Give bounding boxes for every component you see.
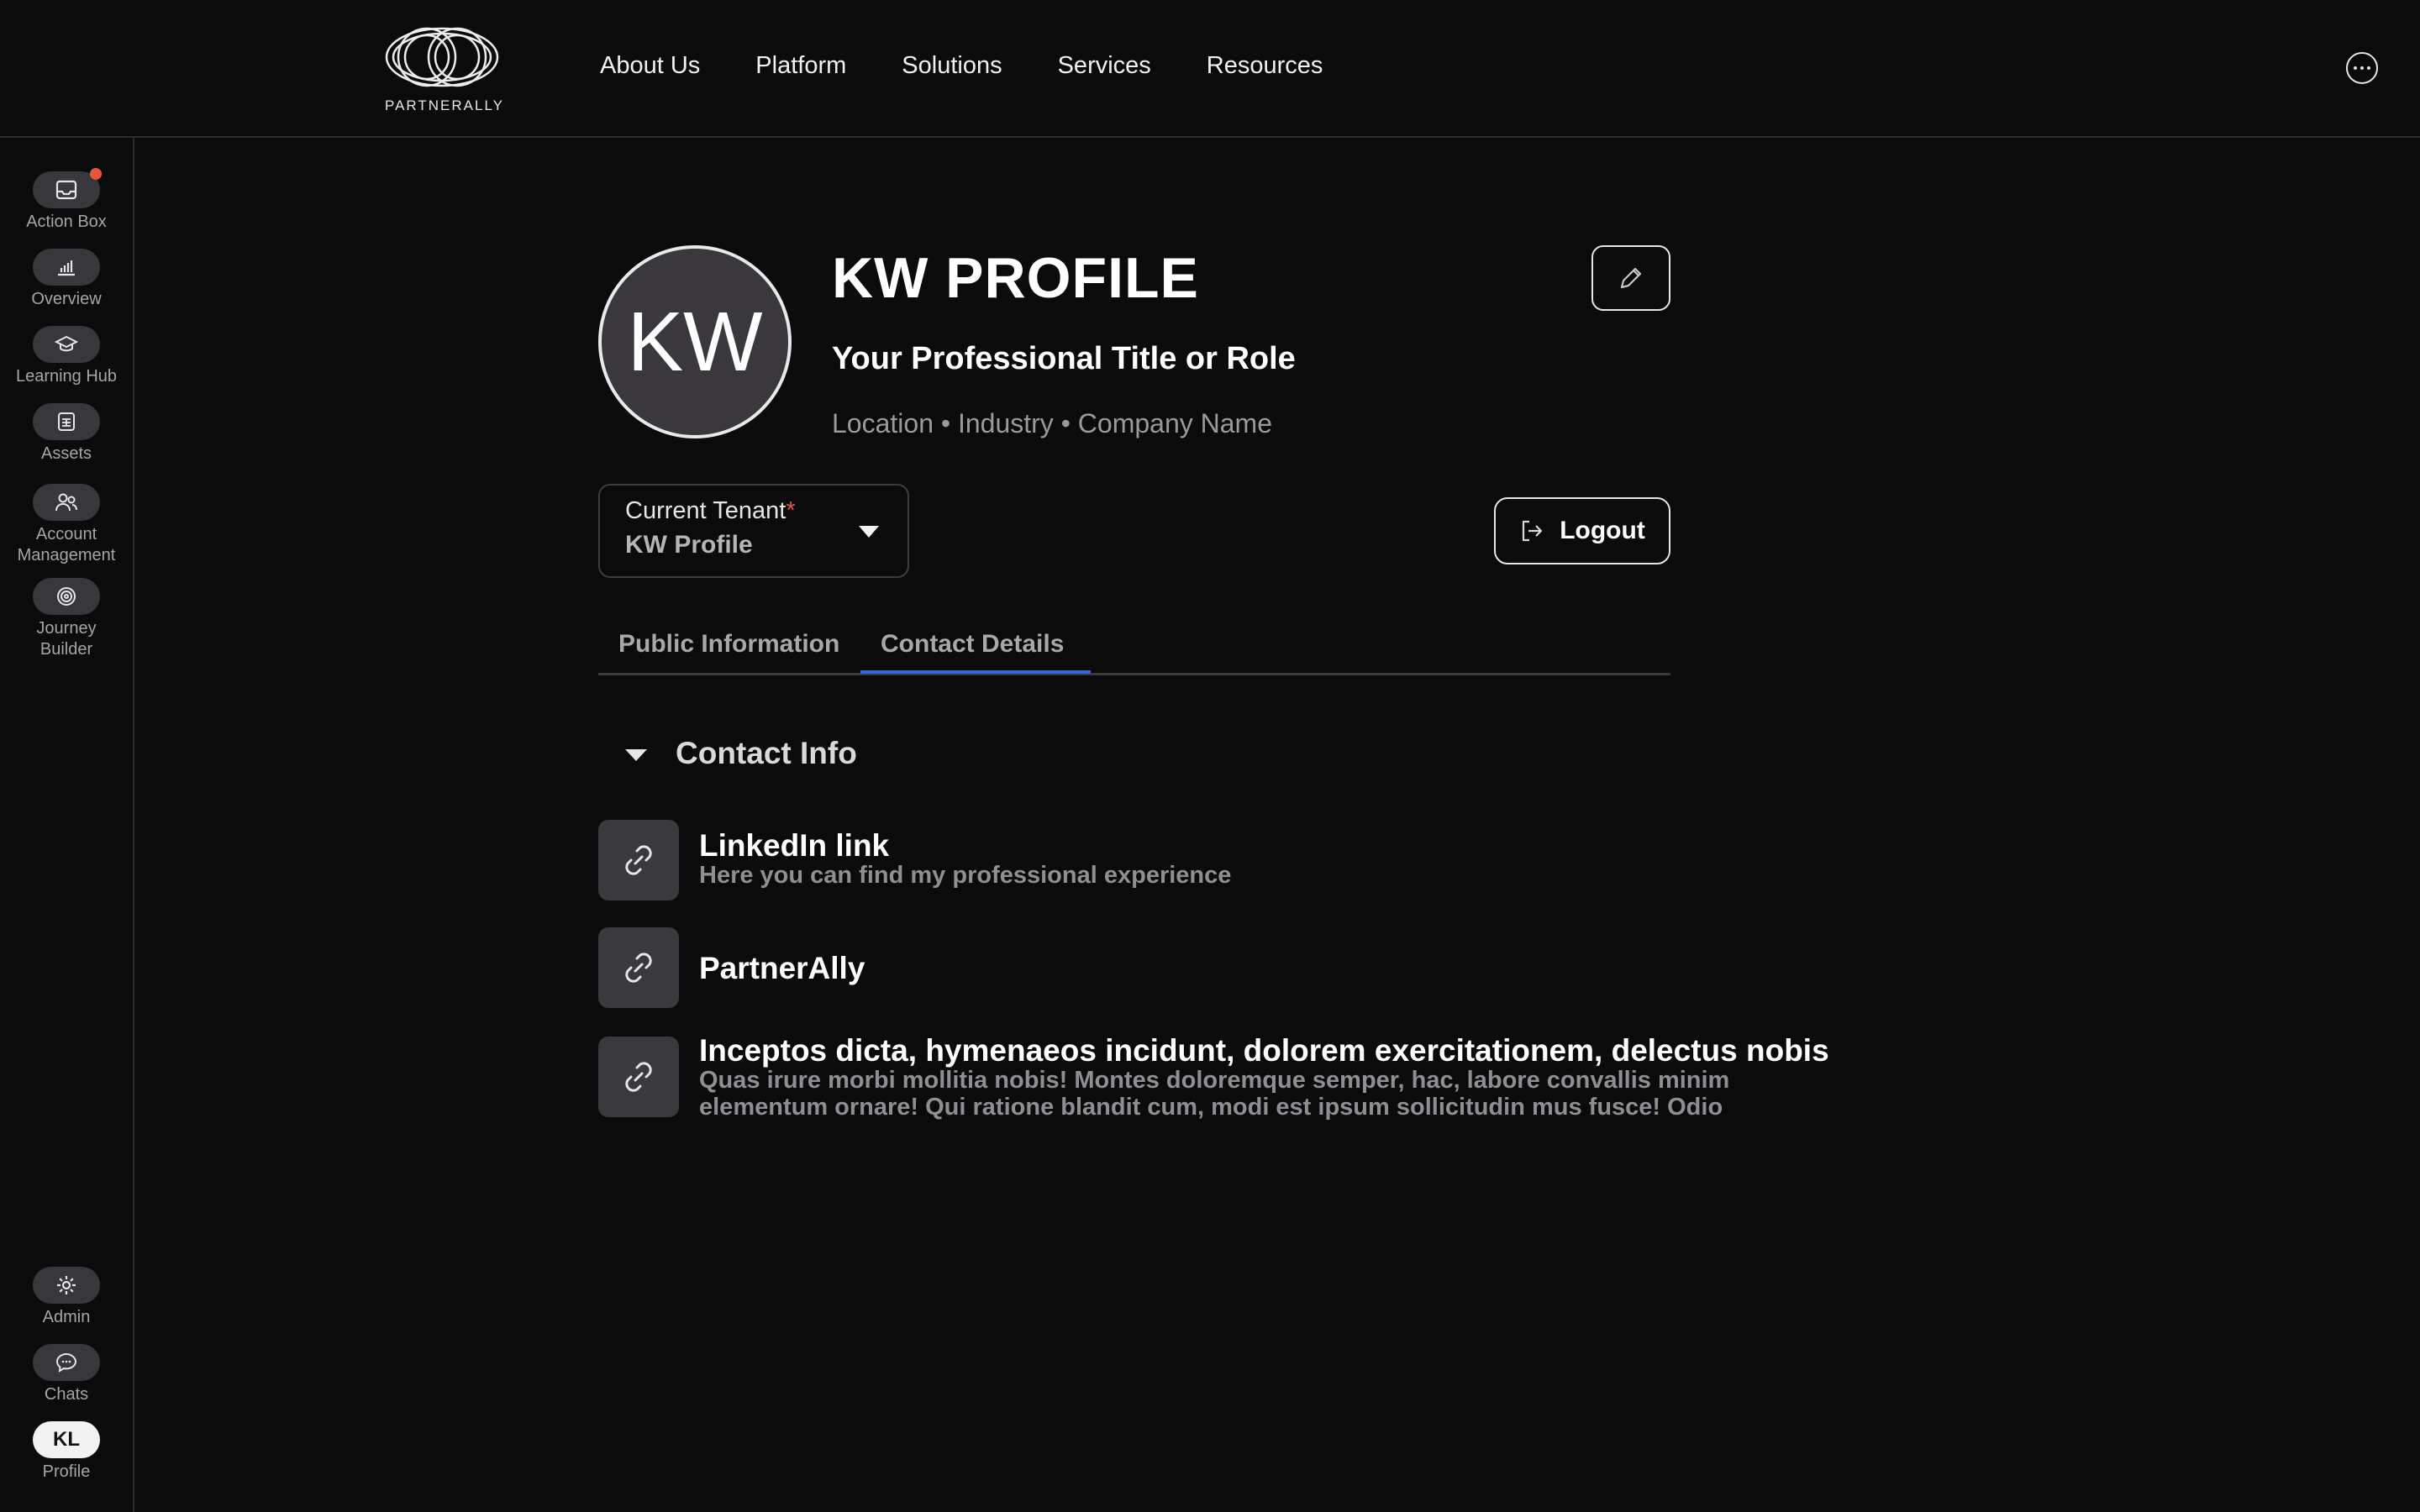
bar-chart-icon [58, 260, 75, 276]
logo-text: PARTNERALLY [385, 97, 504, 113]
sidebar-item-action-box[interactable]: Action Box [0, 168, 133, 233]
sidebar-item-label: Learning Hub [15, 367, 118, 386]
profile-name: KW PROFILE [832, 246, 1199, 310]
sidebar-item-label: Journey Builder [36, 619, 97, 659]
notification-badge [90, 168, 102, 180]
logout-label: Logout [1560, 517, 1645, 544]
nav-resources[interactable]: Resources [1207, 52, 1323, 80]
logout-button[interactable]: Logout [1494, 497, 1670, 564]
gear-icon [57, 1276, 76, 1294]
sidebar-item-label: Profile [42, 1462, 91, 1481]
tenant-value: KW Profile [625, 531, 753, 559]
section-title[interactable]: Contact Info [676, 736, 857, 771]
sidebar-item-label: Account Management [17, 525, 116, 564]
profile-tabs: Public Information Contact Details [598, 622, 1670, 675]
link-title: Inceptos dicta, hymenaeos incidunt, dolo… [699, 1033, 1829, 1068]
sidebar-item-overview[interactable]: Overview [0, 249, 133, 310]
pencil-icon [1620, 267, 1642, 289]
sidebar-item-learning-hub[interactable]: Learning Hub [0, 326, 133, 387]
graduation-cap-icon [55, 335, 78, 352]
nav-about-us[interactable]: About Us [600, 52, 700, 80]
sidebar: Action Box Overview Learning Hub Assets … [0, 138, 134, 1512]
link-icon [598, 1037, 679, 1117]
chat-icon [55, 1352, 77, 1373]
sidebar-item-label: Overview [31, 290, 102, 308]
top-nav-bar: PARTNERALLY About Us Platform Solutions … [0, 0, 2420, 138]
nav-platform[interactable]: Platform [755, 52, 846, 80]
sidebar-item-admin[interactable]: Admin [0, 1267, 133, 1328]
nav-solutions[interactable]: Solutions [902, 52, 1002, 80]
logo-rings-icon [385, 27, 499, 87]
link-description: Here you can find my professional experi… [699, 862, 1232, 889]
sidebar-item-label: Admin [42, 1308, 91, 1326]
avatar: KL [33, 1421, 100, 1458]
sidebar-item-label: Action Box [26, 213, 107, 231]
tab-contact-details[interactable]: Contact Details [881, 630, 1064, 659]
grid-icon [58, 412, 75, 431]
link-icon [598, 927, 679, 1008]
link-title: PartnerAlly [699, 951, 865, 985]
link-description: Quas irure morbi mollitia nobis! Montes … [699, 1067, 1730, 1121]
main-nav: About Us Platform Solutions Services Res… [600, 52, 1378, 80]
profile-avatar: KW [598, 245, 792, 438]
users-icon [55, 493, 77, 512]
inbox-icon [55, 180, 77, 200]
sidebar-item-journey-builder[interactable]: Journey Builder [0, 578, 133, 660]
sidebar-item-assets[interactable]: Assets [0, 403, 133, 465]
profile-title: Your Professional Title or Role [832, 341, 1296, 376]
link-icon [598, 820, 679, 900]
target-icon [57, 587, 76, 606]
active-tab-indicator [860, 670, 1091, 674]
sidebar-item-label: Assets [40, 444, 92, 463]
sidebar-item-label: Chats [44, 1385, 89, 1404]
logout-icon [1523, 520, 1543, 542]
edit-profile-button[interactable] [1591, 245, 1670, 311]
tab-public-information[interactable]: Public Information [618, 630, 839, 659]
sidebar-item-account-management[interactable]: Account Management [0, 484, 133, 566]
chevron-down-icon [859, 526, 879, 538]
sidebar-item-chats[interactable]: Chats [0, 1344, 133, 1405]
partnerally-logo[interactable]: PARTNERALLY [385, 25, 504, 118]
collapse-caret-icon[interactable] [625, 749, 647, 761]
more-options-icon[interactable] [2346, 52, 2378, 84]
sidebar-item-profile[interactable]: KL Profile [0, 1421, 133, 1483]
nav-services[interactable]: Services [1058, 52, 1151, 80]
tenant-select[interactable]: Current Tenant* KW Profile [598, 484, 909, 578]
tenant-label: Current Tenant* [625, 497, 796, 524]
profile-meta: Location • Industry • Company Name [832, 408, 1272, 438]
link-title: LinkedIn link [699, 828, 890, 863]
